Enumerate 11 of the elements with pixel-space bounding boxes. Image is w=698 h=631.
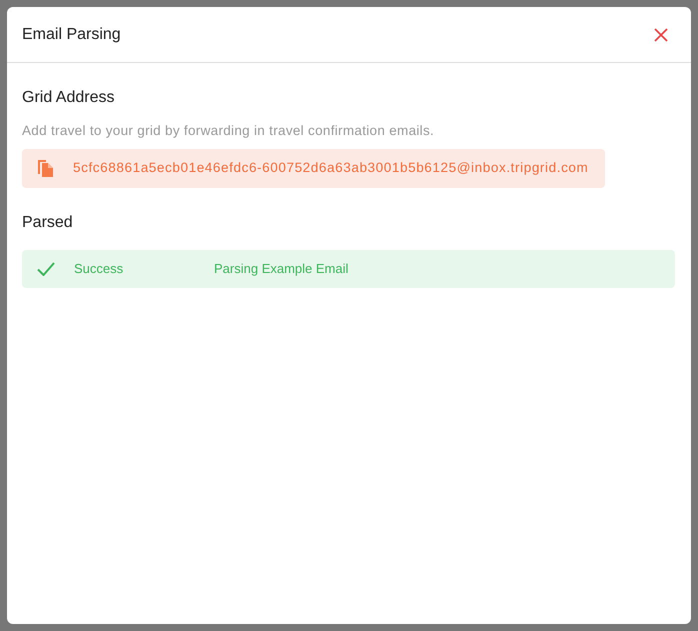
email-address[interactable]: 5cfc68861a5ecb01e46efdc6-600752d6a63ab3001b5b6125@inbox.tripgrid.com	[73, 158, 588, 179]
copy-icon[interactable]	[37, 159, 54, 178]
section-heading: Parsed	[22, 213, 73, 233]
dialog-title: Email Parsing	[22, 24, 121, 44]
parsed-email-row[interactable]: Success Parsing Example Email	[22, 250, 675, 288]
section-description: Add travel to your grid by forwarding in travel confirmation emails.	[22, 123, 434, 139]
email-subject: Parsing Example Email	[214, 260, 348, 278]
section-heading: Grid Address	[22, 88, 114, 108]
close-icon	[654, 28, 668, 42]
status-text: Success	[74, 260, 124, 278]
address-box[interactable]: 5cfc68861a5ecb01e46efdc6-600752d6a63ab3001b5b6125@inbox.tripgrid.com	[22, 149, 605, 188]
